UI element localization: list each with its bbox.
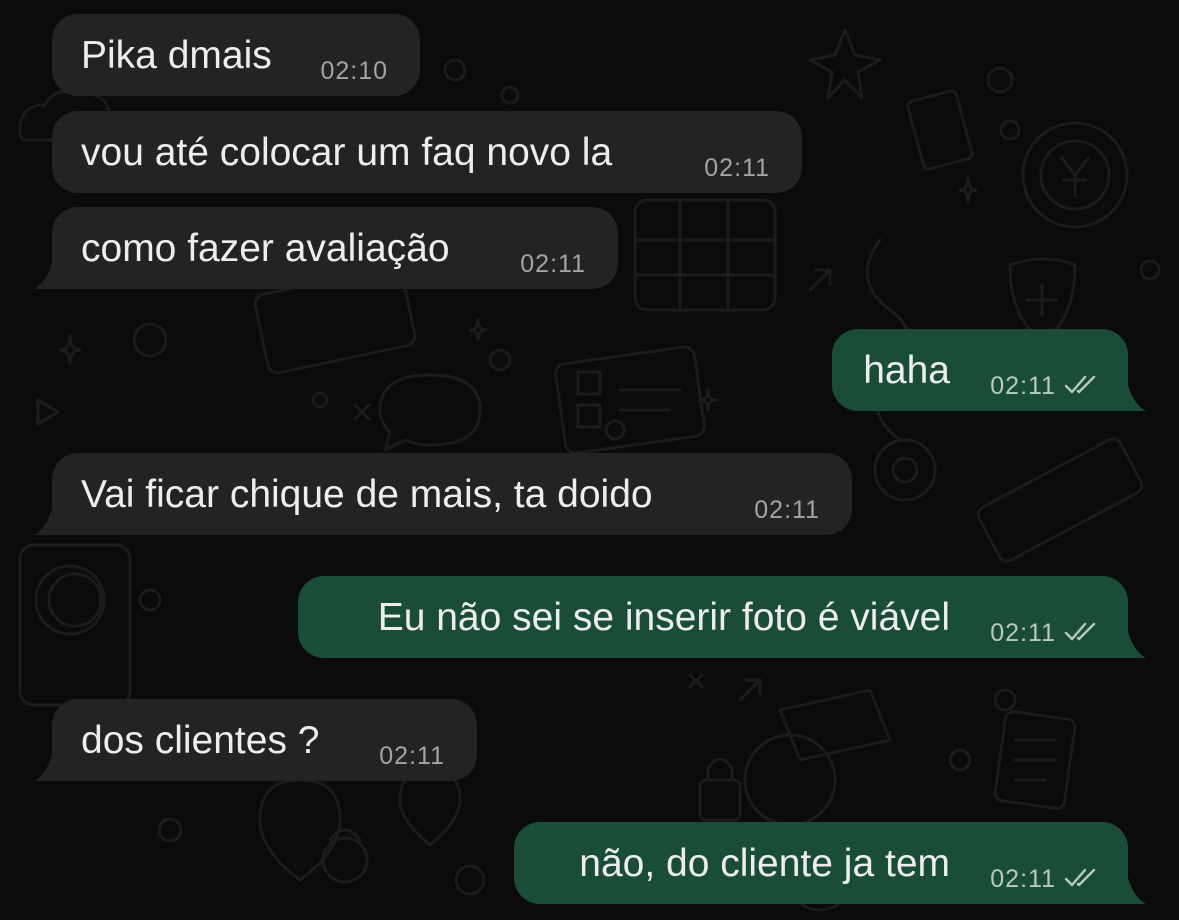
outgoing-message-bubble[interactable]: haha 02:11 <box>832 329 1146 411</box>
message-timestamp: 02:10 <box>320 57 388 85</box>
incoming-message-bubble[interactable]: vou até colocar um faq novo la 02:11 <box>52 111 802 193</box>
message-timestamp: 02:11 <box>704 154 770 182</box>
message-text: Vai ficar chique de mais, ta doido <box>81 473 653 516</box>
bubble-tail <box>34 263 62 289</box>
message-timestamp: 02:11 <box>754 496 820 524</box>
message-text: não, do cliente ja tem <box>579 842 950 885</box>
bubble-tail <box>34 509 62 535</box>
chat-message-list: Pika dmais 02:10 vou até colocar um faq no… <box>0 0 1179 920</box>
incoming-message-bubble[interactable]: Pika dmais 02:10 <box>52 14 420 96</box>
message-timestamp: 02:11 <box>990 865 1056 893</box>
read-double-check-icon <box>1064 622 1096 641</box>
incoming-message-bubble[interactable]: dos clientes ? 02:11 <box>34 699 477 781</box>
message-text: haha <box>863 349 950 392</box>
bubble-tail <box>1118 878 1146 904</box>
outgoing-message-bubble[interactable]: Eu não sei se inserir foto é viável 02:11 <box>298 576 1146 658</box>
incoming-message-bubble[interactable]: Vai ficar chique de mais, ta doido 02:11 <box>34 453 852 535</box>
read-double-check-icon <box>1064 868 1096 887</box>
read-double-check-icon <box>1064 375 1096 394</box>
message-text: vou até colocar um faq novo la <box>81 131 613 174</box>
bubble-tail <box>34 755 62 781</box>
bubble-tail <box>1118 385 1146 411</box>
message-text: como fazer avaliação <box>81 227 450 270</box>
message-text: Pika dmais <box>81 34 272 77</box>
message-timestamp: 02:11 <box>990 619 1056 647</box>
message-text: Eu não sei se inserir foto é viável <box>377 596 950 639</box>
bubble-tail <box>1118 632 1146 658</box>
message-timestamp: 02:11 <box>990 372 1056 400</box>
incoming-message-bubble[interactable]: como fazer avaliação 02:11 <box>34 207 618 289</box>
outgoing-message-bubble[interactable]: não, do cliente ja tem 02:11 <box>514 822 1146 904</box>
message-timestamp: 02:11 <box>520 250 586 278</box>
message-text: dos clientes ? <box>81 719 320 762</box>
message-timestamp: 02:11 <box>379 742 445 770</box>
